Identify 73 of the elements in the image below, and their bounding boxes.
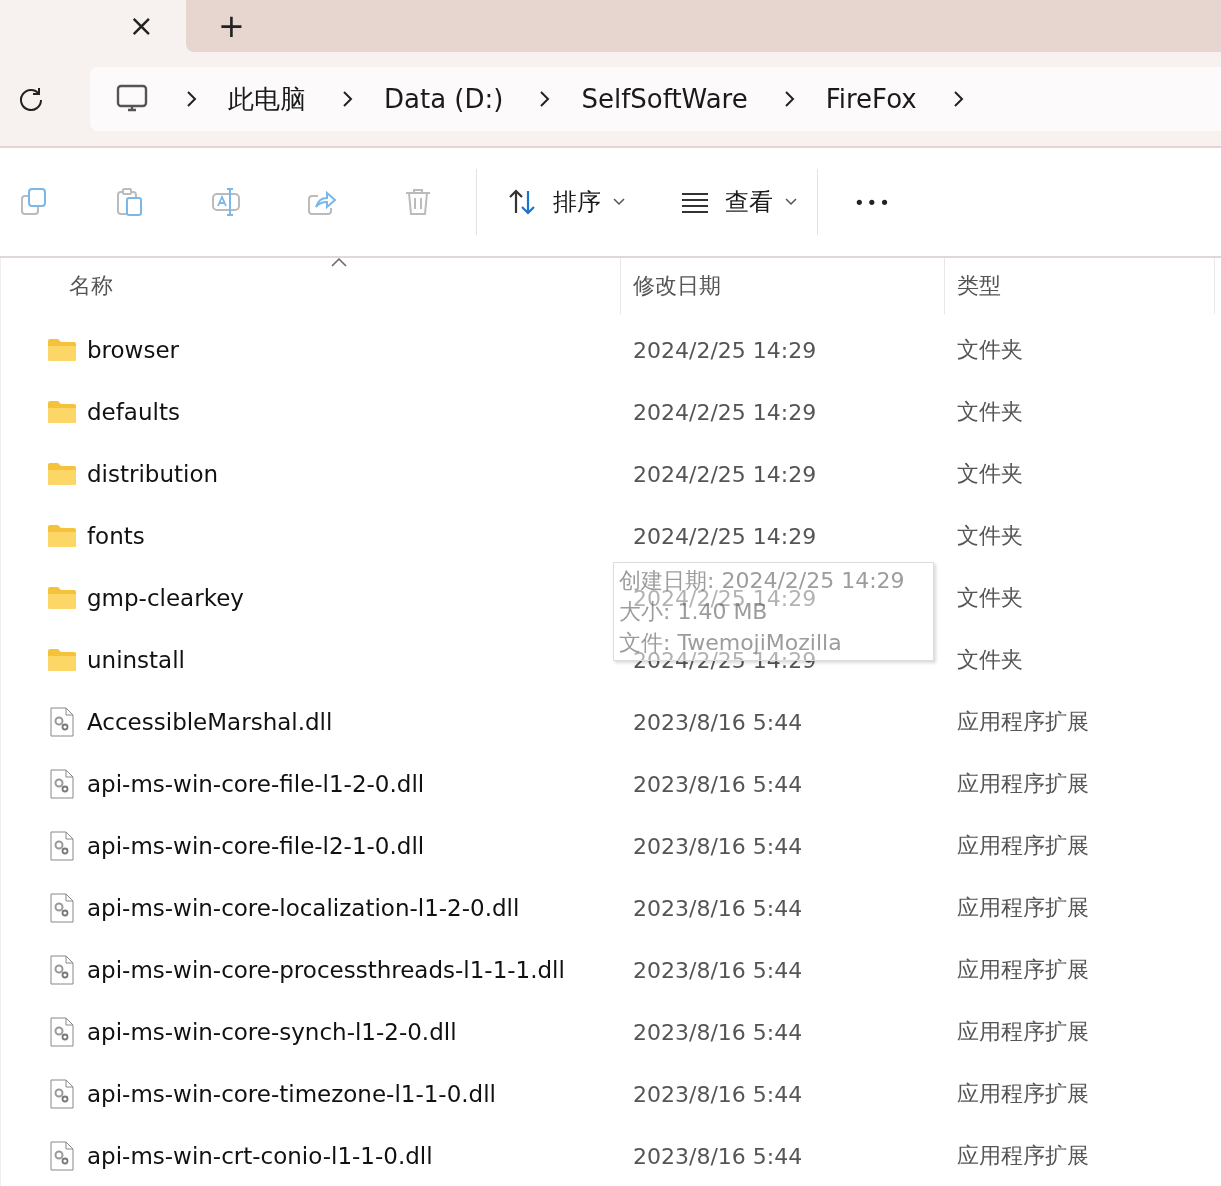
folder-icon bbox=[47, 586, 77, 610]
folder-icon bbox=[47, 338, 77, 362]
file-type: 应用程序扩展 bbox=[957, 1142, 1089, 1170]
modified-date: 2023/8/16 5:44 bbox=[633, 833, 803, 859]
chevron-icon[interactable] bbox=[184, 89, 198, 109]
caret-icon bbox=[613, 198, 625, 206]
view-menu-button[interactable]: 查看 bbox=[667, 177, 809, 227]
modified-date: 2023/8/16 5:44 bbox=[633, 957, 803, 983]
file-name[interactable]: api-ms-win-core-file-l2-1-0.dll bbox=[87, 833, 425, 859]
modified-date: 2023/8/16 5:44 bbox=[633, 709, 803, 735]
file-icon bbox=[50, 831, 74, 861]
caret-icon bbox=[785, 198, 797, 206]
file-type: 文件夹 bbox=[957, 398, 1023, 426]
breadcrumb-item[interactable]: FireFox bbox=[825, 84, 917, 114]
more-button[interactable]: ••• bbox=[844, 191, 902, 213]
modified-date: 2023/8/16 5:44 bbox=[633, 895, 803, 921]
modified-date: 2023/8/16 5:44 bbox=[633, 771, 803, 797]
modified-date: 2024/2/25 14:29 bbox=[633, 337, 817, 363]
file-name[interactable]: api-ms-win-crt-conio-l1-1-0.dll bbox=[87, 1143, 433, 1169]
file-type: 应用程序扩展 bbox=[957, 1080, 1089, 1108]
refresh-icon[interactable] bbox=[18, 86, 44, 112]
modified-date: 2023/8/16 5:44 bbox=[633, 1019, 803, 1045]
file-name[interactable]: api-ms-win-core-processthreads-l1-1-1.dll bbox=[87, 957, 565, 983]
file-type: 文件夹 bbox=[957, 646, 1023, 674]
file-type: 文件夹 bbox=[957, 460, 1023, 488]
file-type: 应用程序扩展 bbox=[957, 894, 1089, 922]
file-name[interactable]: api-ms-win-core-synch-l1-2-0.dll bbox=[87, 1019, 457, 1045]
column-header[interactable]: 修改日期 bbox=[621, 258, 945, 314]
modified-date: 2024/2/25 14:29 bbox=[633, 461, 817, 487]
chevron-icon[interactable] bbox=[537, 89, 552, 109]
modified-date: 2023/8/16 5:44 bbox=[633, 1143, 803, 1169]
folder-icon bbox=[47, 400, 77, 424]
file-name[interactable]: uninstall bbox=[87, 647, 185, 673]
column-header[interactable]: 名称 bbox=[9, 258, 621, 314]
file-type: 应用程序扩展 bbox=[957, 708, 1089, 736]
file-type: 应用程序扩展 bbox=[957, 956, 1089, 984]
file-type: 文件夹 bbox=[957, 584, 1023, 612]
address-bar[interactable]: 此电脑 Data (D:) SelfSoftWare FireFox bbox=[90, 67, 1221, 131]
file-name[interactable]: api-ms-win-core-file-l1-2-0.dll bbox=[87, 771, 425, 797]
file-name[interactable]: defaults bbox=[87, 399, 180, 425]
file-icon bbox=[50, 1141, 74, 1171]
file-icon bbox=[50, 1079, 74, 1109]
new-tab-button[interactable]: + bbox=[218, 10, 245, 42]
breadcrumb-item[interactable]: 此电脑 bbox=[228, 81, 306, 117]
file-name[interactable]: fonts bbox=[87, 523, 145, 549]
column-header[interactable]: 类型 bbox=[945, 258, 1215, 314]
modified-date: 2023/8/16 5:44 bbox=[633, 1081, 803, 1107]
file-name[interactable]: gmp-clearkey bbox=[87, 585, 244, 611]
file-name[interactable]: api-ms-win-core-localization-l1-2-0.dll bbox=[87, 895, 520, 921]
close-tab-button[interactable]: × bbox=[128, 11, 154, 41]
file-type: 应用程序扩展 bbox=[957, 770, 1089, 798]
file-icon bbox=[50, 769, 74, 799]
file-name[interactable]: browser bbox=[87, 337, 180, 363]
file-type: 文件夹 bbox=[957, 522, 1023, 550]
file-name[interactable]: distribution bbox=[87, 461, 219, 487]
file-type: 文件夹 bbox=[957, 336, 1023, 364]
file-type: 应用程序扩展 bbox=[957, 1018, 1089, 1046]
folder-icon bbox=[47, 462, 77, 486]
file-icon bbox=[50, 893, 74, 923]
file-icon bbox=[50, 955, 74, 985]
file-icon bbox=[50, 707, 74, 737]
breadcrumb-item[interactable]: Data (D:) bbox=[384, 84, 504, 114]
folder-icon bbox=[47, 524, 77, 548]
modified-date: 2024/2/25 14:29 bbox=[633, 399, 817, 425]
file-icon bbox=[50, 1017, 74, 1047]
file-name[interactable]: api-ms-win-core-timezone-l1-1-0.dll bbox=[87, 1081, 496, 1107]
chevron-icon[interactable] bbox=[340, 89, 354, 109]
sort-menu-button[interactable]: 排序 bbox=[495, 177, 637, 227]
folder-icon bbox=[47, 648, 77, 672]
modified-date: 2024/2/25 14:29 bbox=[633, 523, 817, 549]
file-type: 应用程序扩展 bbox=[957, 832, 1089, 860]
breadcrumb-item[interactable]: SelfSoftWare bbox=[581, 84, 748, 114]
file-name[interactable]: AccessibleMarshal.dll bbox=[87, 709, 333, 735]
